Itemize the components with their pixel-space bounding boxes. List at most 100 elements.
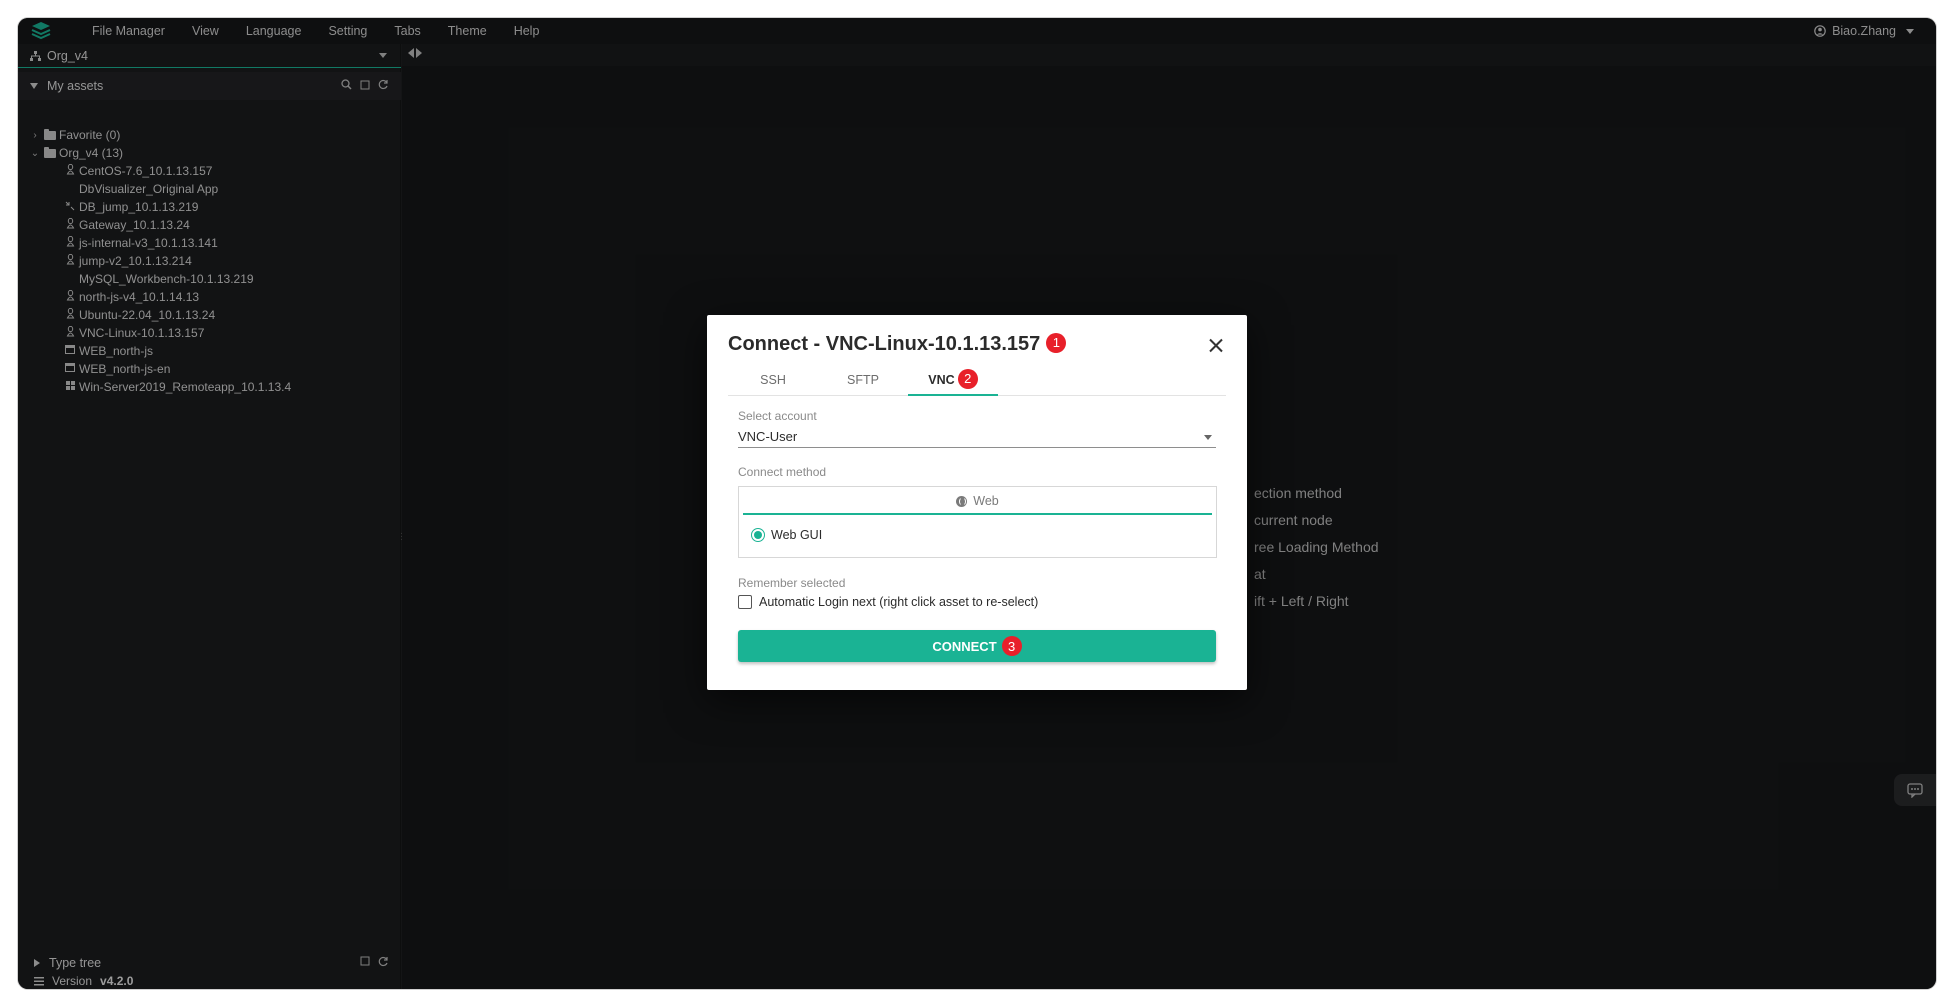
hint-line: ection method [1254,485,1342,501]
linux-icon [64,289,76,304]
menu-tabs[interactable]: Tabs [394,24,420,38]
asset-label: CentOS-7.6_10.1.13.157 [79,164,213,178]
step-badge-1: 1 [1046,332,1067,353]
user-menu[interactable]: Biao.Zhang [1814,18,1914,44]
refresh-icon[interactable] [378,956,389,967]
dropdown-icon [1204,435,1212,440]
method-tab-label: Web [973,494,999,508]
asset-item[interactable]: VNC-Linux-10.1.13.157 [18,324,401,342]
menu-bar: File Manager View Language Setting Tabs … [18,18,1936,44]
asset-label: VNC-Linux-10.1.13.157 [79,326,205,340]
chevron-right-icon[interactable]: › [30,130,40,141]
linux-icon [64,325,76,340]
asset-label: Win-Server2019_Remoteapp_10.1.13.4 [79,380,292,394]
protocol-tabs: SSH SFTP VNC 2 [728,367,1226,396]
hint-line: ift + Left / Right [1254,593,1349,609]
org-name: Org_v4 [47,48,88,63]
asset-item[interactable]: WEB_north-js-en [18,360,401,378]
linux-icon [64,217,76,232]
auto-login-checkbox-row[interactable]: Automatic Login next (right click asset … [738,595,1038,609]
org-select[interactable]: Org_v4 [18,44,401,68]
asset-label: WEB_north-js-en [79,362,171,376]
expand-all-icon[interactable] [360,956,370,966]
refresh-icon[interactable] [378,79,389,90]
sidebar: Org_v4 My assets › Favorite (0) ⌄ Org_v4… [18,44,403,989]
my-assets-header[interactable]: My assets [18,72,401,100]
windows-icon [64,381,76,393]
tab-bar [402,44,1936,66]
close-icon[interactable] [1205,335,1227,357]
menu-help[interactable]: Help [514,24,540,38]
tab-nav [408,48,422,58]
method-tab-web[interactable]: Web [743,489,1212,515]
version-bar: Version v4.2.0 [18,973,401,989]
asset-item[interactable]: js-internal-v3_10.1.13.141 [18,234,401,252]
asset-item[interactable]: north-js-v4_10.1.14.13 [18,288,401,306]
step-badge-2: 2 [957,368,978,389]
connect-method-box: Web Web GUI [738,486,1217,558]
chevron-down-icon [1906,28,1914,34]
chevron-down-icon[interactable]: ⌄ [30,148,40,159]
menu-language[interactable]: Language [246,24,302,38]
dialog-title: Connect - VNC-Linux-10.1.13.157 1 [728,332,1067,356]
asset-item[interactable]: Gateway_10.1.13.24 [18,216,401,234]
chat-button[interactable] [1894,774,1936,806]
asset-label: js-internal-v3_10.1.13.141 [79,236,218,250]
tab-sftp[interactable]: SFTP [818,367,908,395]
connect-button[interactable]: CONNECT 3 [738,630,1216,662]
auto-login-checkbox[interactable] [738,595,752,609]
search-icon[interactable] [341,79,352,90]
method-option-web-gui[interactable]: Web GUI [751,528,822,542]
hint-line: current node [1254,512,1333,528]
menu-file-manager[interactable]: File Manager [92,24,165,38]
account-value: VNC-User [738,429,798,444]
radio-checked-icon[interactable] [751,528,765,542]
asset-item[interactable]: Ubuntu-22.04_10.1.13.24 [18,306,401,324]
remember-label: Remember selected [738,576,846,590]
user-name: Biao.Zhang [1832,24,1896,38]
step-badge-3: 3 [1001,636,1022,656]
connect-dialog: Connect - VNC-Linux-10.1.13.157 1 SSH SFT… [707,315,1247,690]
asset-item[interactable]: MySQL_Workbench-10.1.13.219 [18,270,401,288]
arrow-left-icon[interactable] [408,48,414,58]
asset-label: jump-v2_10.1.13.214 [79,254,192,268]
asset-item[interactable]: Win-Server2019_Remoteapp_10.1.13.4 [18,378,401,396]
asset-item[interactable]: DB_jump_10.1.13.219 [18,198,401,216]
menu-setting[interactable]: Setting [328,24,367,38]
menu-theme[interactable]: Theme [448,24,487,38]
tree-node-label: Favorite (0) [59,128,121,142]
arrow-right-icon[interactable] [416,48,422,58]
hint-line: at [1254,566,1266,582]
tree-node-label: Org_v4 (13) [59,146,124,160]
asset-label: DB_jump_10.1.13.219 [79,200,199,214]
asset-label: north-js-v4_10.1.14.13 [79,290,200,304]
account-select[interactable]: VNC-User [738,428,1216,448]
expand-all-icon[interactable] [360,80,370,90]
tree-node-org[interactable]: ⌄ Org_v4 (13) [18,144,401,162]
dialog-title-text: Connect - VNC-Linux-10.1.13.157 [728,333,1041,355]
asset-label: Gateway_10.1.13.24 [79,218,190,232]
dropdown-icon [379,53,387,58]
asset-tree: › Favorite (0) ⌄ Org_v4 (13) CentOS-7.6_… [18,126,401,396]
asset-label: WEB_north-js [79,344,154,358]
globe-icon [956,495,968,507]
tab-vnc[interactable]: VNC 2 [908,367,998,396]
method-option-label: Web GUI [771,528,823,542]
app-logo-icon [28,20,54,42]
menu-view[interactable]: View [192,24,219,38]
web-icon [64,345,76,357]
asset-item[interactable]: WEB_north-js [18,342,401,360]
asset-item[interactable]: DbVisualizer_Original App [18,180,401,198]
asset-item[interactable]: CentOS-7.6_10.1.13.157 [18,162,401,180]
tab-label: VNC [928,373,955,387]
folder-open-icon [44,146,56,158]
folder-icon [44,128,56,140]
connect-button-label: CONNECT [932,638,997,654]
tree-node-favorite[interactable]: › Favorite (0) [18,126,401,144]
asset-item[interactable]: jump-v2_10.1.13.214 [18,252,401,270]
type-tree-header[interactable]: Type tree [18,953,401,973]
tab-ssh[interactable]: SSH [728,367,818,395]
linux-icon [64,235,76,250]
tab-label: SSH [760,373,786,387]
sitemap-icon [30,50,41,61]
